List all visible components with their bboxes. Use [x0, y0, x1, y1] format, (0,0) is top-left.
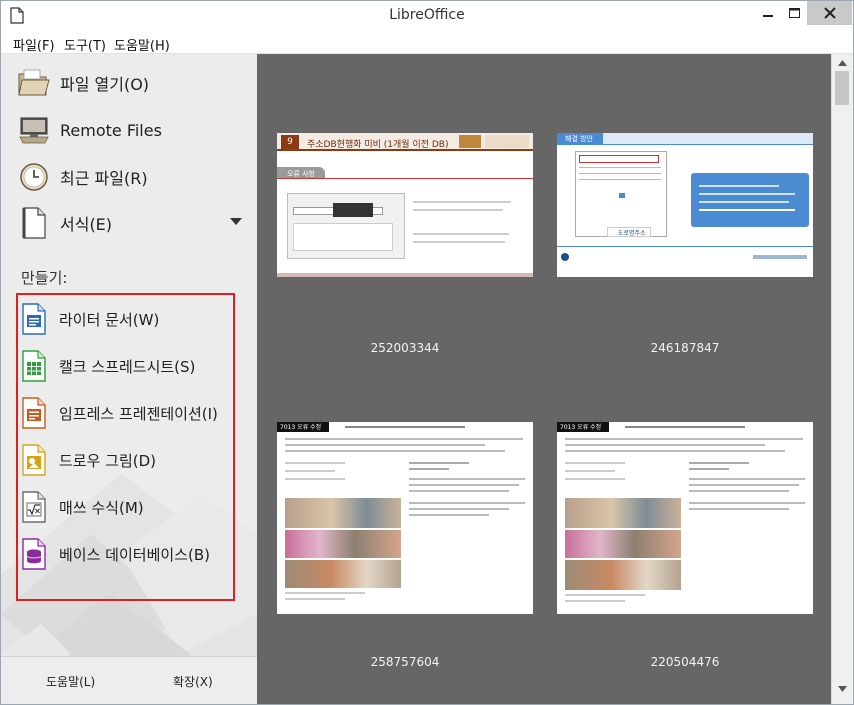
slide-logo-text: 도로명주소 [618, 230, 646, 237]
open-file-label: 파일 열기(O) [60, 75, 150, 94]
remote-files-button[interactable]: Remote Files [17, 111, 162, 149]
document-heading: 7013 오류 수정 [280, 424, 322, 431]
writer-document-icon [19, 302, 49, 336]
minimize-button[interactable] [754, 1, 782, 25]
remote-files-label: Remote Files [60, 120, 162, 140]
math-formula-label: 매쓰 수식(M) [59, 498, 144, 517]
draw-drawing-label: 드로우 그림(D) [59, 451, 157, 470]
calc-spreadsheet-label: 캘크 스프레드시트(S) [59, 357, 196, 376]
create-draw-drawing-button[interactable]: 드로우 그림(D) [19, 442, 156, 478]
extensions-button[interactable]: 확장(X) [173, 673, 213, 690]
templates-document-icon [17, 206, 51, 240]
impress-presentation-label: 임프레스 프레젠테이션(I) [59, 404, 218, 423]
menu-help[interactable]: 도움말(H) [114, 35, 170, 54]
maximize-icon [788, 8, 800, 18]
math-formula-icon [19, 490, 49, 524]
create-math-formula-button[interactable]: 매쓰 수식(M) [19, 489, 144, 525]
base-database-label: 베이스 데이터베이스(B) [59, 545, 210, 564]
minimize-icon [763, 15, 773, 17]
impress-presentation-icon [19, 396, 49, 430]
document-name: 258757604 [370, 655, 440, 669]
slide-title: 주소DB현행화 미비 (1개월 이전 DB) [307, 140, 449, 150]
document-thumbnail: 해결 방안 도로명주소 [557, 133, 813, 277]
create-writer-document-button[interactable]: 라이터 문서(W) [19, 301, 159, 337]
templates-dropdown-arrow-icon[interactable] [230, 218, 242, 226]
menu-tools[interactable]: 도구(T) [64, 35, 106, 54]
help-button[interactable]: 도움말(L) [46, 673, 95, 690]
document-name: 246187847 [650, 341, 720, 355]
open-file-button[interactable]: 파일 열기(O) [17, 64, 149, 102]
recent-files-button[interactable]: 최근 파일(R) [17, 158, 148, 196]
scroll-down-arrow-icon[interactable] [838, 686, 847, 692]
window-title: LibreOffice [389, 7, 465, 23]
libreoffice-start-center-window: LibreOffice 파일(F) 도구(T) 도움말(H) 파일 열기(O) … [0, 0, 854, 705]
create-calc-spreadsheet-button[interactable]: 캘크 스프레드시트(S) [19, 348, 195, 384]
menu-file[interactable]: 파일(F) [13, 35, 55, 54]
scroll-up-arrow-icon[interactable] [838, 60, 847, 66]
menu-bar: 파일(F) 도구(T) 도움말(H) [1, 32, 853, 54]
base-database-icon [19, 537, 49, 571]
title-bar: LibreOffice [1, 1, 853, 32]
maximize-button[interactable] [780, 1, 808, 25]
recent-files-clock-icon [17, 160, 51, 194]
templates-button[interactable]: 서식(E) [17, 204, 112, 242]
sidebar-footer: 도움말(L) 확장(X) [1, 656, 257, 704]
close-icon [823, 7, 836, 19]
document-thumbnail: 7013 오류 수정 [277, 422, 533, 614]
recent-documents-area: 9 주소DB현행화 미비 (1개월 이전 DB) 오류 사항 252003344 [257, 54, 831, 704]
slide-number-badge: 9 [281, 135, 299, 149]
document-name: 220504476 [650, 655, 720, 669]
start-center-sidebar: 파일 열기(O) Remote Files 최근 파일(R) 서식(E) 만들기… [1, 54, 257, 704]
document-name: 252003344 [370, 341, 440, 355]
draw-drawing-icon [19, 443, 49, 477]
slide-title: 해결 방안 [565, 135, 593, 143]
create-impress-presentation-button[interactable]: 임프레스 프레젠테이션(I) [19, 395, 218, 431]
document-thumbnail: 7013 오류 수정 [557, 422, 813, 614]
scrollbar-thumb[interactable] [835, 71, 849, 105]
calc-spreadsheet-icon [19, 349, 49, 383]
templates-label: 서식(E) [60, 215, 113, 234]
create-base-database-button[interactable]: 베이스 데이터베이스(B) [19, 536, 210, 572]
open-folder-icon [17, 66, 51, 100]
remote-files-icon [17, 113, 51, 147]
writer-document-label: 라이터 문서(W) [59, 310, 160, 329]
vertical-scrollbar[interactable] [831, 54, 853, 704]
document-thumbnail: 9 주소DB현행화 미비 (1개월 이전 DB) 오류 사항 [277, 133, 533, 277]
document-heading: 7013 오류 수정 [560, 424, 602, 431]
close-button[interactable] [807, 1, 852, 25]
create-heading: 만들기: [21, 269, 68, 287]
recent-files-label: 최근 파일(R) [60, 169, 148, 188]
